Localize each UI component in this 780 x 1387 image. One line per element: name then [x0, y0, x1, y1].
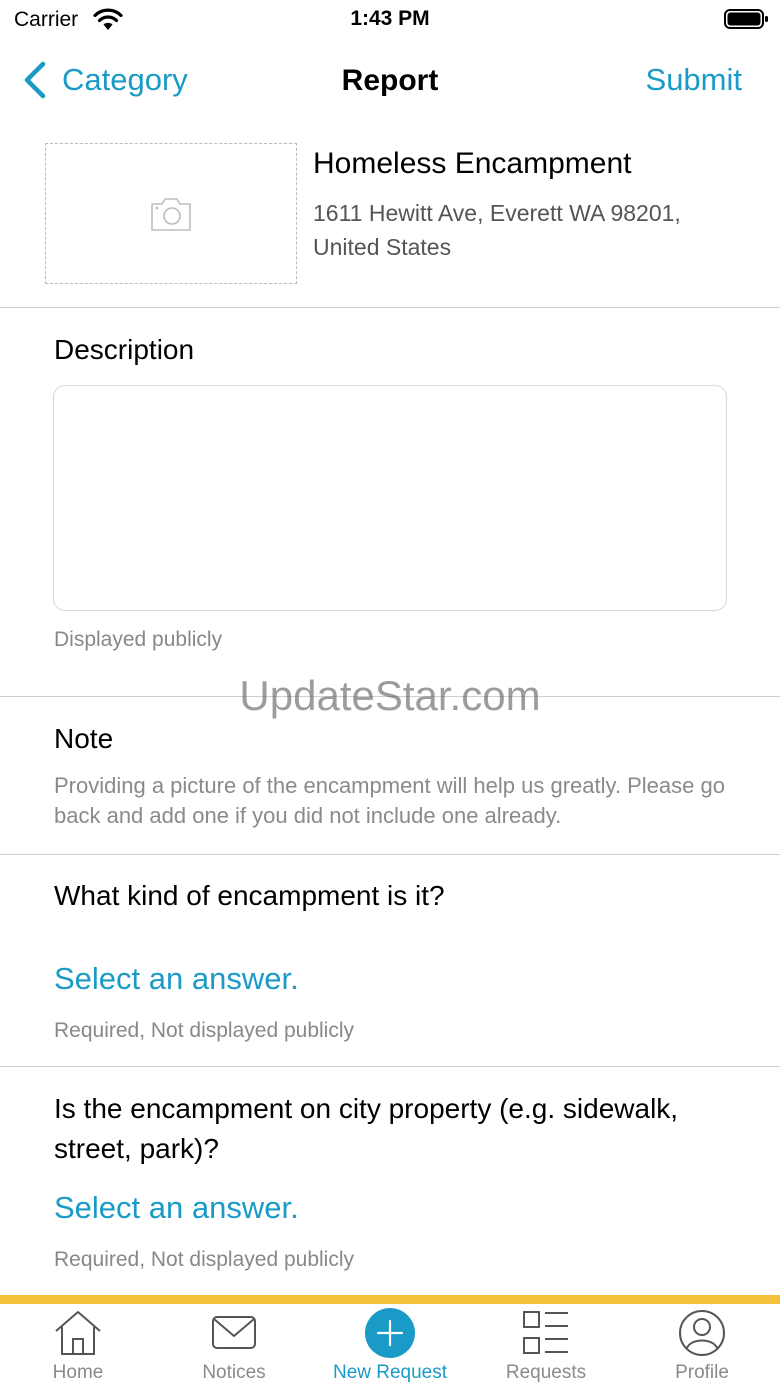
home-icon [55, 1311, 101, 1355]
tab-bar-accent [0, 1295, 780, 1304]
divider [0, 696, 780, 697]
description-textarea[interactable] [53, 385, 727, 611]
divider [0, 854, 780, 855]
list-icon [523, 1311, 568, 1354]
camera-icon [151, 197, 191, 231]
question-city-property: Is the encampment on city property (e.g.… [54, 1093, 679, 1164]
tab-home[interactable]: Home [0, 1304, 156, 1387]
tab-label: Profile [675, 1362, 729, 1383]
divider [0, 1066, 780, 1067]
clock: 1:43 PM [350, 7, 430, 30]
select-answer-encampment-kind[interactable]: Select an answer. [54, 961, 299, 997]
tab-profile[interactable]: Profile [624, 1304, 780, 1387]
tab-label: Notices [202, 1362, 266, 1383]
select-answer-city-property[interactable]: Select an answer. [54, 1190, 299, 1226]
description-label: Description [54, 334, 195, 365]
plus-circle-icon [365, 1308, 415, 1358]
note-label: Note [54, 723, 114, 754]
tab-requests[interactable]: Requests [468, 1304, 624, 1387]
address-text: 1611 Hewitt Ave, Everett WA 98201, Unite… [313, 200, 681, 260]
question-encampment-kind: What kind of encampment is it? [54, 880, 445, 911]
tab-new-request[interactable]: New Request [312, 1304, 468, 1387]
question-hint: Required, Not displayed publicly [54, 1248, 354, 1271]
tab-label: New Request [332, 1362, 448, 1383]
add-photo-button[interactable] [45, 143, 297, 284]
battery-icon [724, 9, 768, 29]
note-text: Providing a picture of the encampment wi… [54, 773, 725, 828]
person-circle-icon [679, 1310, 725, 1356]
description-hint: Displayed publicly [54, 628, 223, 651]
tab-notices[interactable]: Notices [156, 1304, 312, 1387]
envelope-icon [212, 1316, 256, 1349]
submit-button[interactable]: Submit [646, 62, 742, 98]
status-bar: Carrier 1:43 PM [0, 0, 780, 40]
divider [0, 307, 780, 308]
question-hint: Required, Not displayed publicly [54, 1019, 354, 1042]
tab-label: Requests [505, 1362, 587, 1383]
tab-label: Home [52, 1362, 104, 1383]
navigation-bar: Category Report Submit [0, 44, 780, 116]
category-name: Homeless Encampment [313, 147, 632, 180]
tab-bar: Home Notices New Request Requests Profil… [0, 1304, 780, 1387]
